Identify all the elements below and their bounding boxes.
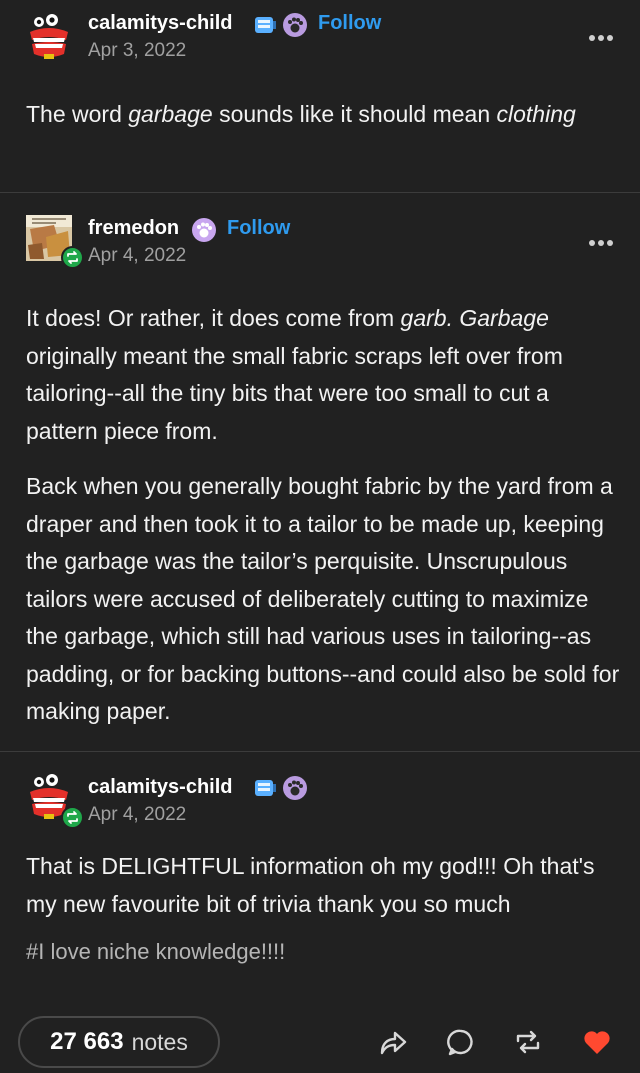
more-options-icon[interactable] [588, 34, 614, 42]
post-body: It does! Or rather, it does come from ga… [26, 300, 626, 749]
notes-count-button[interactable]: 27 663 notes [18, 1016, 220, 1068]
username[interactable]: calamitys-child [88, 12, 233, 35]
post-2: fremedon Follow Apr 4, 2022 It does! Or … [0, 193, 640, 751]
fan-badge-icon [255, 17, 276, 33]
italic-text: clothing [496, 101, 576, 127]
paw-badge-icon [283, 776, 307, 800]
post-1: calamitys-child Follow Apr 3, 2022 The w… [0, 0, 640, 192]
paw-badge-icon [283, 13, 307, 37]
post-date: Apr 4, 2022 [88, 245, 187, 266]
post-paragraph: It does! Or rather, it does come from ga… [26, 300, 626, 450]
username[interactable]: calamitys-child [88, 776, 233, 799]
follow-button[interactable]: Follow [318, 12, 381, 35]
italic-text: garb. Garbage [400, 305, 549, 331]
share-icon[interactable] [378, 1027, 408, 1057]
paw-badge-icon [192, 218, 216, 242]
post-date: Apr 4, 2022 [88, 804, 187, 825]
chattering-teeth-avatar[interactable] [26, 14, 72, 60]
post-header: calamitys-child Follow Apr 3, 2022 [0, 0, 640, 70]
reblog-indicator-icon [61, 806, 84, 829]
body-text: The word [26, 101, 129, 127]
body-text: originally meant the small fabric scraps… [26, 342, 563, 444]
reblog-indicator-icon [61, 246, 84, 269]
body-text: It does! Or rather, it does come from [26, 305, 401, 331]
reblog-icon[interactable] [513, 1027, 543, 1057]
post-header: fremedon Follow Apr 4, 2022 [0, 195, 640, 269]
post-date: Apr 3, 2022 [88, 40, 187, 61]
post-paragraph: Back when you generally bought fabric by… [26, 473, 620, 724]
post-body: That is DELIGHTFUL information oh my god… [26, 848, 626, 971]
like-icon[interactable] [582, 1027, 612, 1057]
post-3: calamitys-child Apr 4, 2022 That is DELI… [0, 752, 640, 1012]
notes-label: notes [131, 1028, 188, 1055]
post-header: calamitys-child Apr 4, 2022 [0, 752, 640, 829]
body-text: sounds like it should mean [212, 101, 497, 127]
post-tags[interactable]: #I love niche knowledge!!!! [26, 933, 626, 971]
more-options-icon[interactable] [588, 239, 614, 247]
notes-count: 27 663 [50, 1028, 124, 1055]
fan-badge-icon [255, 780, 276, 796]
reply-icon[interactable] [446, 1027, 476, 1057]
post-paragraph: That is DELIGHTFUL information oh my god… [26, 853, 595, 917]
username[interactable]: fremedon [88, 217, 179, 240]
italic-text: garbage [128, 101, 213, 127]
post-body: The word garbage sounds like it should m… [26, 96, 626, 134]
follow-button[interactable]: Follow [227, 217, 290, 240]
